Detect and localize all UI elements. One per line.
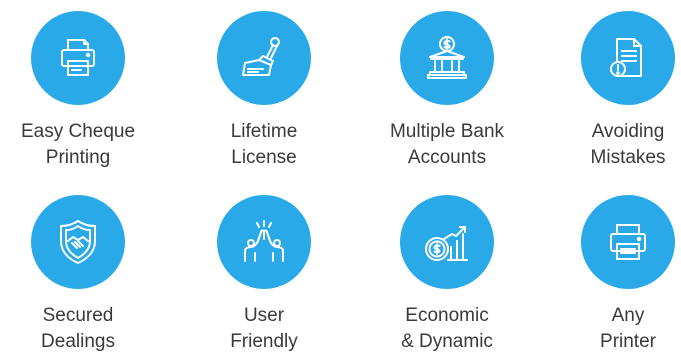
feature-label-line2: Mistakes bbox=[590, 147, 666, 168]
feature-economic-dynamic: Economic & Dynamic bbox=[372, 195, 522, 355]
feature-label-line2: License bbox=[231, 147, 297, 168]
high-five-icon bbox=[217, 195, 311, 289]
feature-label-line1: Lifetime bbox=[230, 121, 298, 142]
feature-label: Lifetime License bbox=[189, 119, 339, 171]
feature-user-friendly: User Friendly bbox=[189, 195, 339, 355]
feature-label: Multiple Bank Accounts bbox=[372, 119, 522, 171]
feature-label-line2: Printer bbox=[600, 331, 656, 352]
feature-any-printer: Any Printer bbox=[553, 195, 681, 355]
feature-label: Secured Dealings bbox=[3, 303, 153, 355]
feature-label-line1: Secured bbox=[42, 305, 114, 326]
feature-label: Any Printer bbox=[553, 303, 681, 355]
feature-label-line1: Easy Cheque bbox=[20, 121, 136, 142]
feature-easy-cheque-printing: Easy Cheque Printing bbox=[3, 11, 153, 171]
feature-label-line2: Printing bbox=[45, 147, 111, 168]
feature-lifetime-license: Lifetime License bbox=[189, 11, 339, 171]
feature-label-line1: User bbox=[243, 305, 285, 326]
printer-icon bbox=[581, 195, 675, 289]
feature-secured-dealings: Secured Dealings bbox=[3, 195, 153, 355]
stamp-icon bbox=[217, 11, 311, 105]
document-alert-icon bbox=[581, 11, 675, 105]
feature-label-line2: & Dynamic bbox=[401, 331, 493, 352]
feature-avoiding-mistakes: Avoiding Mistakes bbox=[553, 11, 681, 171]
feature-multiple-bank-accounts: Multiple Bank Accounts bbox=[372, 11, 522, 171]
feature-label-line1: Multiple Bank bbox=[389, 121, 505, 142]
feature-label: User Friendly bbox=[189, 303, 339, 355]
shield-handshake-icon bbox=[31, 195, 125, 289]
feature-label-line2: Accounts bbox=[407, 147, 487, 168]
feature-label-line2: Dealings bbox=[41, 331, 115, 352]
coin-growth-icon bbox=[400, 195, 494, 289]
feature-label-line1: Economic bbox=[405, 305, 489, 326]
feature-label-line1: Any bbox=[611, 305, 645, 326]
feature-label-line1: Avoiding bbox=[591, 121, 665, 142]
feature-label-line2: Friendly bbox=[230, 331, 298, 352]
feature-label: Avoiding Mistakes bbox=[553, 119, 681, 171]
bank-icon bbox=[400, 11, 494, 105]
feature-label: Easy Cheque Printing bbox=[3, 119, 153, 171]
feature-label: Economic & Dynamic bbox=[372, 303, 522, 355]
printer-cheque-icon bbox=[31, 11, 125, 105]
